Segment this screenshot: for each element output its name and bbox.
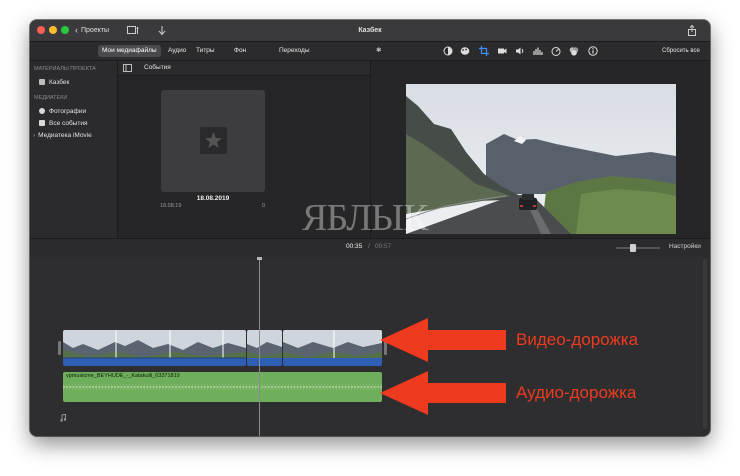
libraries-heading: МЕДИАТЕКИ: [34, 95, 68, 101]
audio-clip-name: vpmusicme_BEYHUDE_-_Katakulli_63371819: [66, 373, 180, 379]
tab-backgrounds[interactable]: Фон: [230, 45, 250, 57]
video-track-annotation: Видео-дорожка: [516, 330, 639, 349]
library-sidebar: МАТЕРИАЛЫ ПРОЕКТА Казбек МЕДИАТЕКИ Фотог…: [30, 61, 118, 238]
title-bar: ‹ Проекты Казбек: [30, 20, 710, 42]
window-title: Казбек: [358, 27, 382, 34]
sidebar-item-photos[interactable]: Фотографии: [39, 108, 86, 115]
clip-filter-icon[interactable]: [569, 46, 579, 56]
color-balance-icon[interactable]: [443, 46, 453, 56]
star-placeholder-icon: [200, 127, 227, 154]
stabilization-icon[interactable]: [497, 46, 507, 56]
event-short-date: 18.08.19: [160, 203, 182, 209]
sidebar-item-imovie-library[interactable]: › Медиатека iMovie: [33, 132, 92, 139]
time-separator: /: [368, 243, 370, 250]
reset-all-button[interactable]: Сбросить все: [658, 45, 704, 57]
projects-back-label: Проекты: [81, 27, 110, 34]
clip-trim-handle-left[interactable]: [58, 341, 61, 355]
video-clip[interactable]: [247, 330, 282, 366]
audio-track-annotation: Аудио-дорожка: [516, 383, 637, 402]
sidebar-toggle-icon[interactable]: [123, 64, 132, 72]
speed-icon[interactable]: [551, 46, 561, 56]
browser-toolbar: Мои медиафайлы Аудио Титры Фон Переходы …: [30, 42, 710, 61]
film-icon: [39, 79, 45, 85]
sidebar-item-label: Фотографии: [49, 108, 87, 115]
magic-wand-icon[interactable]: ✱: [372, 45, 385, 57]
sidebar-item-label: Медиатека iMovie: [38, 132, 92, 139]
events-label: События: [144, 64, 171, 71]
tab-transitions[interactable]: Переходы: [275, 45, 314, 57]
disclosure-chevron-icon: ›: [33, 132, 36, 139]
current-time: 00:35: [346, 243, 363, 250]
watermark-logo: ЯБЛЫК: [302, 197, 428, 239]
video-clip[interactable]: [63, 330, 246, 366]
event-date: 18.08.2019: [196, 195, 230, 202]
tab-titles[interactable]: Титры: [192, 45, 219, 57]
sidebar-item-project[interactable]: Казбек: [39, 79, 69, 86]
browser-header: События: [118, 61, 370, 76]
color-correction-icon[interactable]: [460, 46, 470, 56]
timeline-settings-button[interactable]: Настройки: [669, 243, 701, 250]
info-icon[interactable]: [588, 46, 598, 56]
audio-clip[interactable]: vpmusicme_BEYHUDE_-_Katakulli_63371819: [63, 372, 382, 402]
crop-icon[interactable]: [479, 46, 489, 56]
close-window-button[interactable]: [37, 26, 45, 34]
sidebar-item-label: Все события: [49, 120, 88, 127]
video-clip-frames: [63, 330, 246, 366]
sidebar-item-all-events[interactable]: Все события: [39, 120, 87, 127]
audio-track-arrow: [380, 371, 506, 415]
video-track-arrow: [380, 318, 506, 362]
video-clip[interactable]: [283, 330, 382, 366]
zoom-window-button[interactable]: [61, 26, 69, 34]
project-media-heading: МАТЕРИАЛЫ ПРОЕКТА: [34, 66, 96, 72]
video-preview: [406, 84, 676, 234]
star-icon: [39, 120, 45, 126]
share-icon[interactable]: [686, 25, 698, 36]
tab-audio[interactable]: Аудио: [164, 45, 190, 57]
media-browser-icon[interactable]: [127, 25, 139, 36]
playhead[interactable]: [259, 257, 260, 436]
audio-waveform: [63, 384, 382, 390]
zoom-slider-knob[interactable]: [630, 244, 636, 252]
video-clip-frames: [283, 330, 382, 366]
tab-my-media[interactable]: Мои медиафайлы: [98, 45, 161, 57]
import-arrow-icon[interactable]: [156, 25, 168, 36]
timeline-header: 00:35 / 00:57 Настройки: [30, 238, 710, 258]
playhead-top[interactable]: [257, 257, 262, 260]
event-thumbnail[interactable]: [161, 90, 265, 192]
event-count: 0: [262, 203, 266, 209]
photos-icon: [39, 108, 45, 114]
sidebar-item-label: Казбек: [49, 79, 70, 86]
zoom-slider[interactable]: [616, 244, 660, 252]
minimize-window-button[interactable]: [49, 26, 57, 34]
video-clip-frames: [247, 330, 282, 366]
scroll-bar[interactable]: [703, 259, 707, 429]
equalizer-icon[interactable]: [533, 46, 543, 56]
volume-icon[interactable]: [515, 46, 525, 56]
music-note-icon: [60, 414, 66, 422]
chevron-left-icon: ‹: [75, 25, 78, 35]
total-time: 00:57: [375, 243, 392, 250]
